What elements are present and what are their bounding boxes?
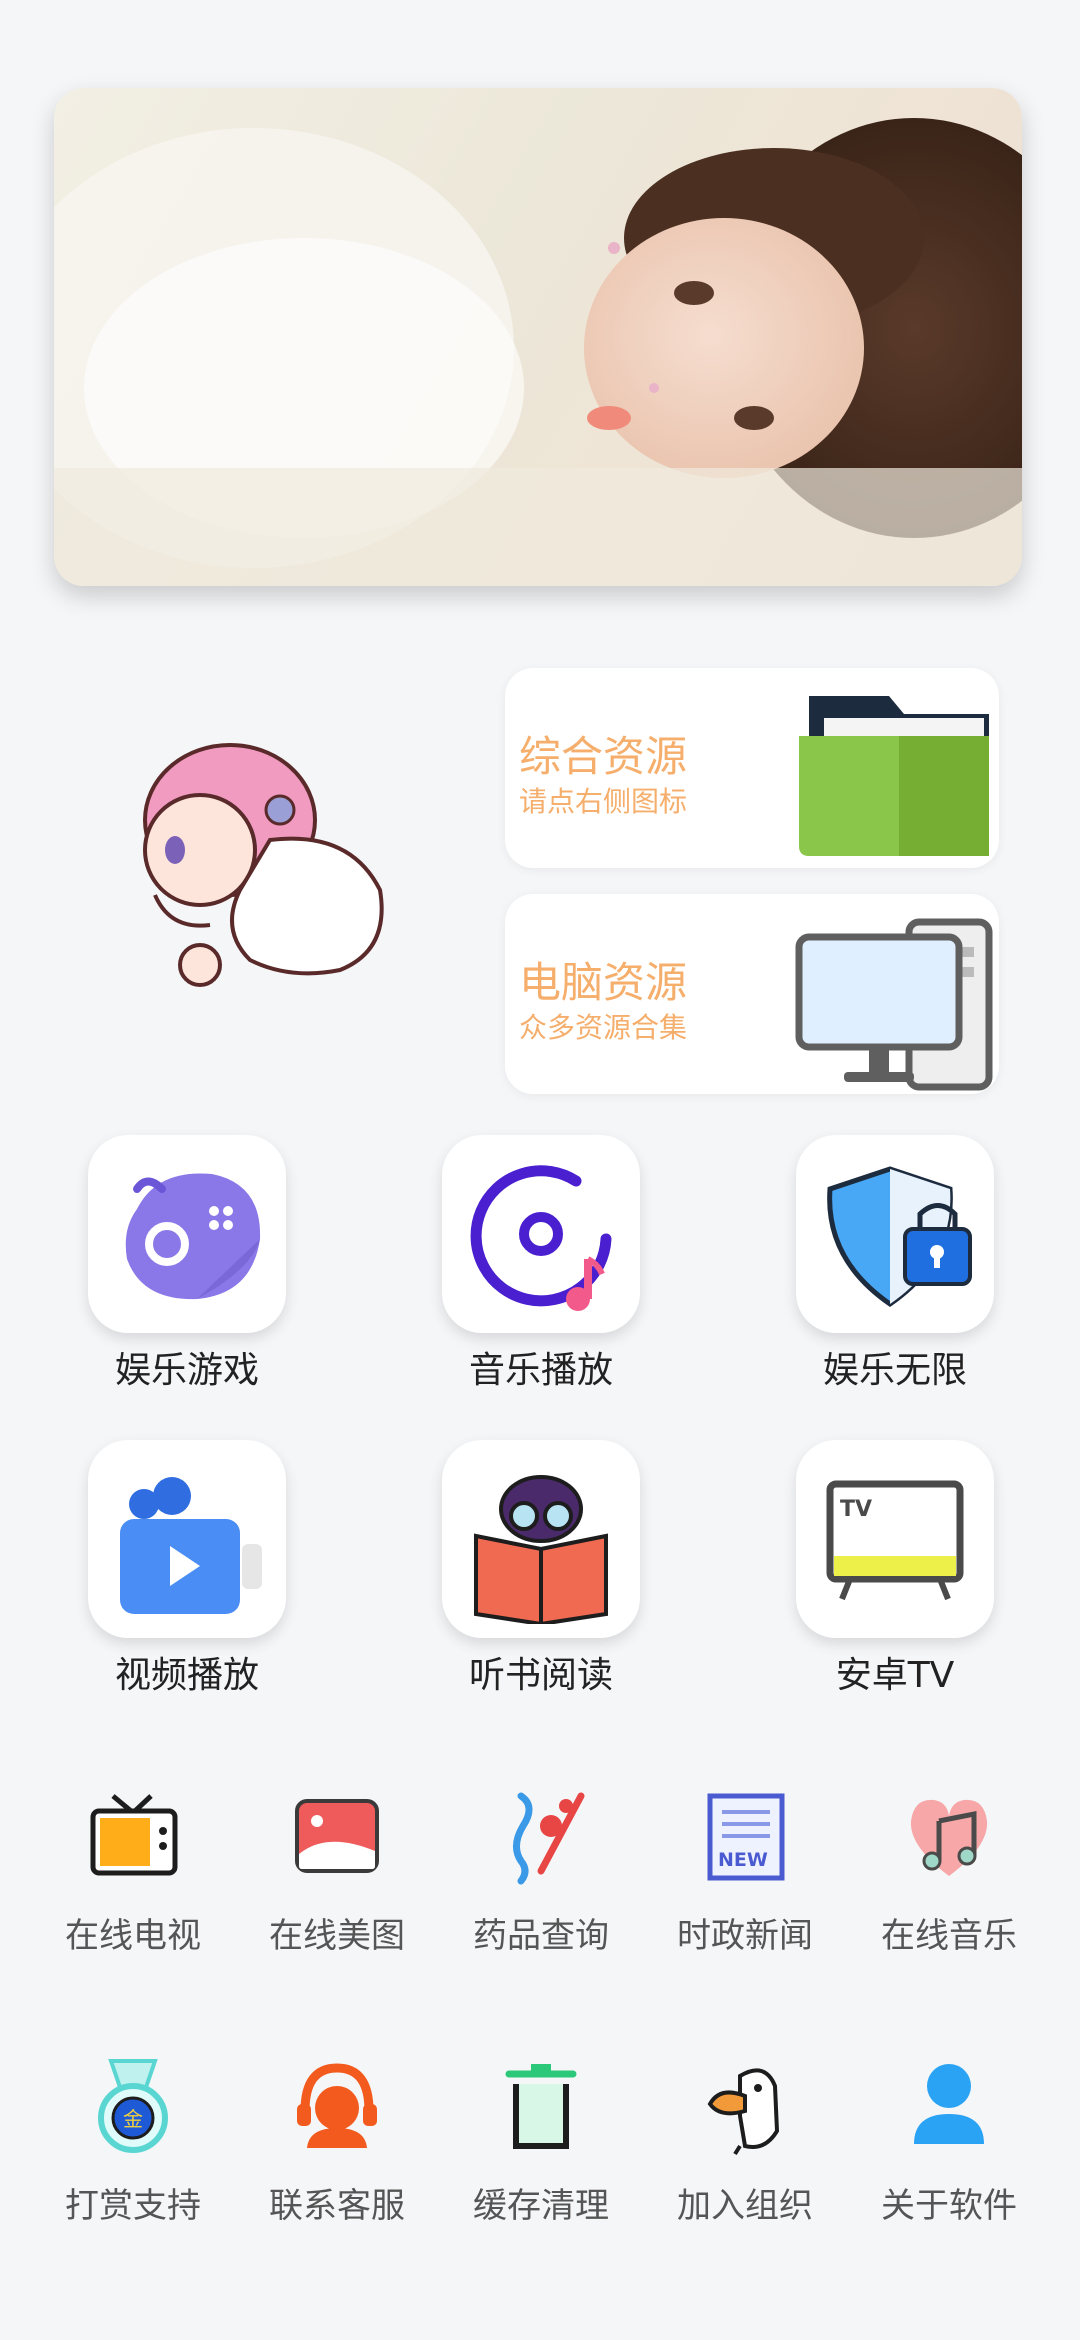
music-disc-icon: [470, 1165, 612, 1311]
computer-icon[interactable]: [789, 902, 999, 1092]
resource-title: 电脑资源: [519, 958, 688, 1007]
duck-icon: [707, 2068, 780, 2156]
user-icon: [914, 2064, 984, 2144]
trash-icon: [505, 2064, 577, 2149]
gamepad-icon: [125, 1173, 261, 1300]
tool-contact-support[interactable]: 联系客服: [237, 2056, 437, 2227]
anime-mascot-illustration: [143, 743, 384, 987]
news-badge-text: NEW: [718, 1849, 768, 1871]
tv-icon: TV: [826, 1480, 964, 1601]
banner-image[interactable]: [54, 88, 1022, 586]
tool-label: 在线电视: [65, 1916, 201, 1956]
app-entertainment-games[interactable]: 娱乐游戏: [37, 1135, 337, 1393]
resource-subtitle: 众多资源合集: [519, 1011, 688, 1044]
tool-join-organization[interactable]: 加入组织: [645, 2056, 845, 2227]
app-label: 娱乐游戏: [114, 1350, 259, 1391]
photo-icon: [295, 1799, 379, 1873]
tool-label: 时政新闻: [677, 1916, 813, 1956]
resource-title: 综合资源: [519, 732, 688, 781]
tool-political-news[interactable]: NEW 时政新闻: [645, 1786, 845, 1957]
app-video-player[interactable]: 视频播放: [37, 1440, 337, 1698]
headset-icon: [297, 2063, 377, 2148]
app-entertainment-unlimited[interactable]: 娱乐无限: [745, 1135, 1045, 1393]
tool-cache-cleanup[interactable]: 缓存清理: [441, 2056, 641, 2227]
tool-label: 药品查询: [473, 1916, 609, 1956]
retro-tv-icon: [90, 1794, 178, 1876]
shield-lock-icon: [827, 1166, 972, 1308]
tool-label: 打赏支持: [65, 2186, 201, 2226]
video-camera-icon: [120, 1477, 262, 1614]
resource-card-computer[interactable]: 电脑资源 众多资源合集: [505, 894, 999, 1094]
folder-icon[interactable]: [789, 676, 999, 866]
resource-subtitle: 请点右侧图标: [519, 785, 688, 818]
tool-online-music[interactable]: 在线音乐: [849, 1786, 1049, 1957]
gold-medal-icon: 金: [98, 2059, 168, 2153]
app-label: 安卓TV: [835, 1655, 955, 1696]
tv-badge-text: TV: [840, 1497, 872, 1522]
app-audiobook-reading[interactable]: 听书阅读: [391, 1440, 691, 1698]
tool-about-software[interactable]: 关于软件: [849, 2056, 1049, 2227]
tool-label: 在线音乐: [881, 1916, 1017, 1956]
reading-icon: [474, 1475, 608, 1624]
tool-label: 加入组织: [677, 2186, 813, 2226]
music-notes-icon: [513, 1792, 585, 1885]
tool-label: 联系客服: [269, 2186, 405, 2226]
tool-online-photos[interactable]: 在线美图: [237, 1786, 437, 1957]
app-music-player[interactable]: 音乐播放: [391, 1135, 691, 1393]
tool-label: 关于软件: [881, 2186, 1017, 2226]
news-icon: NEW: [707, 1793, 785, 1881]
app-label: 听书阅读: [468, 1655, 613, 1696]
resource-card-general[interactable]: 综合资源 请点右侧图标: [505, 668, 999, 868]
tool-label: 缓存清理: [473, 2186, 609, 2226]
tool-online-tv[interactable]: 在线电视: [33, 1786, 233, 1957]
tool-label: 在线美图: [269, 1916, 405, 1956]
app-label: 音乐播放: [468, 1350, 613, 1391]
tool-drug-query[interactable]: 药品查询: [441, 1786, 641, 1957]
heart-music-icon: [910, 1799, 988, 1876]
app-android-tv[interactable]: TV 安卓TV: [745, 1440, 1045, 1698]
medal-badge-text: 金: [123, 2107, 143, 2131]
app-label: 娱乐无限: [822, 1350, 967, 1391]
app-label: 视频播放: [114, 1655, 259, 1696]
tool-donate-support[interactable]: 金 打赏支持: [33, 2056, 233, 2227]
